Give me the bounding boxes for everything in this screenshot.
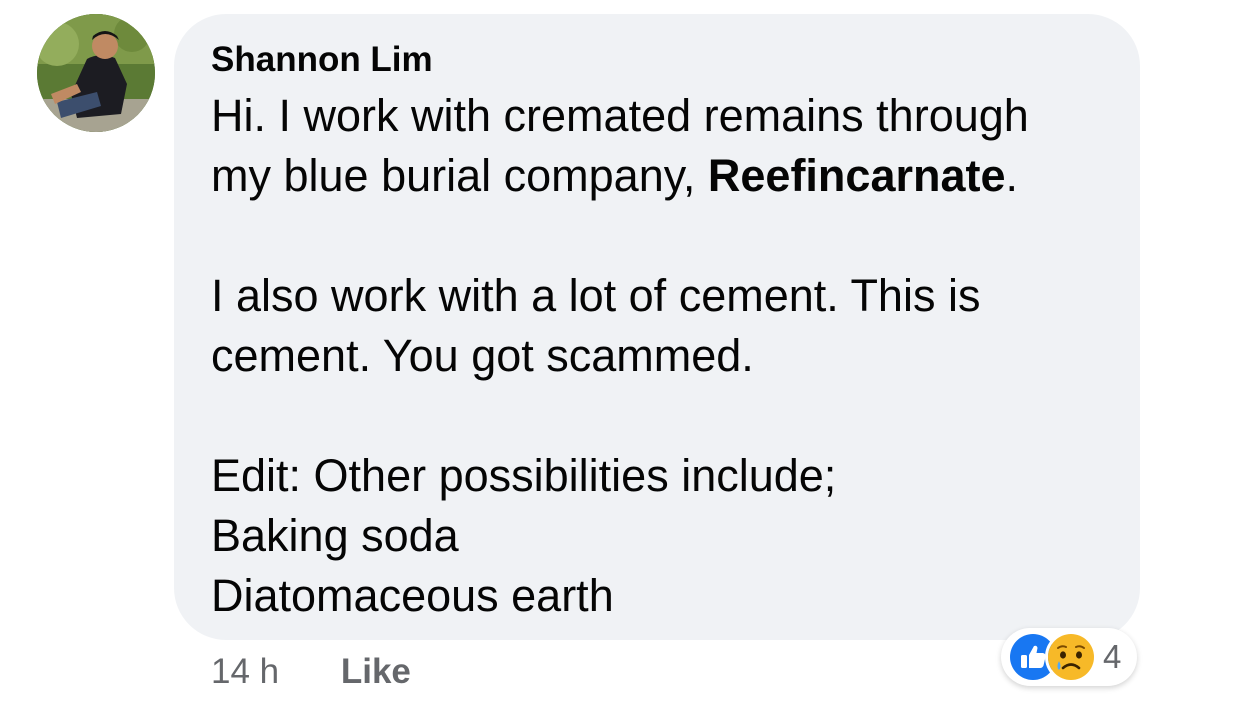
reaction-count: 4 — [1103, 638, 1122, 675]
comment-paragraph: I also work with a lot of cement. This i… — [211, 266, 1104, 386]
comment-line: cement. You got scammed. — [211, 330, 754, 381]
comment-line-suffix: . — [1005, 150, 1019, 201]
sad-icon — [1045, 631, 1097, 683]
comment-bubble: Shannon Lim Hi. I work with cremated rem… — [174, 14, 1140, 640]
comment-line: my blue burial company, Reefincarnate. — [211, 146, 1104, 206]
comment-paragraph: Edit: Other possibilities include; Bakin… — [211, 446, 1104, 626]
avatar[interactable] — [37, 14, 155, 132]
comment-line: Baking soda — [211, 510, 459, 561]
comment-line: Edit: Other possibilities include; — [211, 450, 837, 501]
comment-line-text: my blue burial company, — [211, 150, 708, 201]
company-name-mention[interactable]: Reefincarnate — [708, 150, 1006, 201]
comment-author[interactable]: Shannon Lim — [211, 38, 1104, 82]
comment-line: I also work with a lot of cement. This i… — [211, 270, 981, 321]
comment-line: Diatomaceous earth — [211, 570, 614, 621]
like-button[interactable]: Like — [341, 652, 411, 691]
comment-timestamp[interactable]: 14 h — [211, 652, 279, 691]
comment-body: Hi. I work with cremated remains through… — [211, 86, 1104, 626]
reaction-summary[interactable]: 4 — [1001, 628, 1138, 686]
comment-actions: 14 h Like — [211, 648, 411, 696]
comment-paragraph: Hi. I work with cremated remains through… — [211, 86, 1104, 206]
avatar-photo — [37, 14, 155, 132]
comment-line: Hi. I work with cremated remains through — [211, 90, 1029, 141]
